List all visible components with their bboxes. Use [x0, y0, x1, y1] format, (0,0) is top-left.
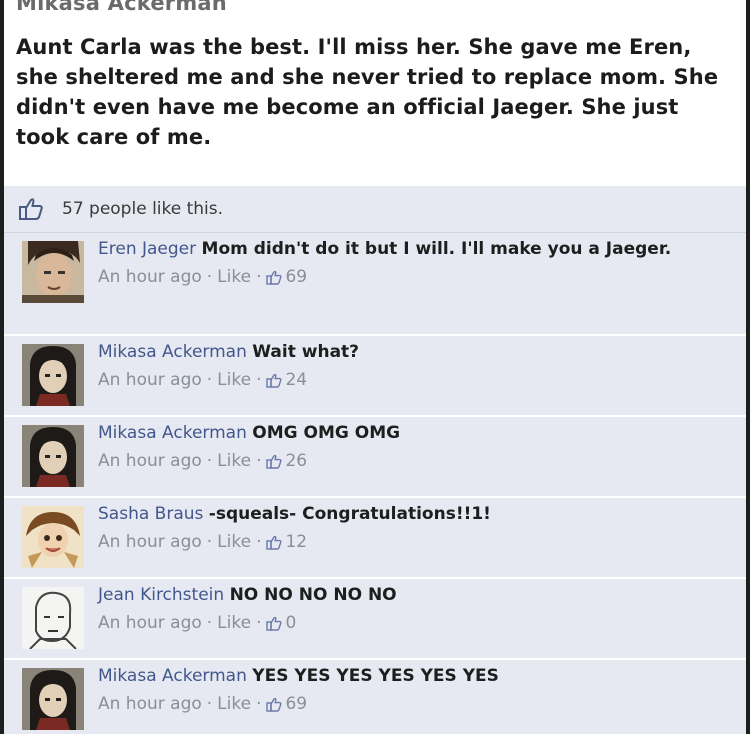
likes-count-text[interactable]: 57 people like this. [62, 199, 223, 219]
comment-text: OMG OMG OMG [252, 423, 401, 443]
comment-body: Mikasa Ackerman Wait what? An hour ago · Li… [98, 340, 706, 392]
separator-dot: · [256, 613, 262, 633]
separator-dot: · [206, 267, 213, 287]
like-count-thumb-icon [266, 373, 282, 388]
separator-dot: · [256, 694, 262, 714]
comment-row: Jean Kirchstein NO NO NO NO NO An hour ag… [4, 579, 746, 660]
separator-dot: · [256, 532, 262, 552]
commenter-name[interactable]: Eren Jaeger [98, 239, 196, 259]
separator-dot: · [256, 267, 262, 287]
comment-meta: An hour ago · Like · 24 [98, 368, 706, 392]
feedback-section: 57 people like this. Eren Jaeger Mom did… [4, 186, 746, 734]
separator-dot: · [256, 451, 262, 471]
like-count-thumb-icon [266, 616, 282, 631]
thumbs-up-icon [18, 197, 44, 221]
comment-like-count[interactable]: 69 [285, 692, 307, 716]
commenter-name[interactable]: Mikasa Ackerman [98, 342, 247, 362]
separator-dot: · [206, 532, 213, 552]
comment-text: YES YES YES YES YES YES [252, 666, 499, 686]
separator-dot: · [256, 370, 262, 390]
avatar[interactable] [22, 425, 84, 487]
avatar[interactable] [22, 344, 84, 406]
comment-timestamp[interactable]: An hour ago [98, 530, 202, 554]
like-link[interactable]: Like [217, 692, 251, 716]
post: Mikasa Ackerman Aunt Carla was the best.… [4, 0, 746, 186]
comment-meta: An hour ago · Like · 12 [98, 530, 706, 554]
comment-body: Sasha Braus -squeals- Congratulations!!1… [98, 502, 706, 554]
comment-meta: An hour ago · Like · 69 [98, 265, 706, 289]
comment-like-count[interactable]: 26 [285, 449, 307, 473]
comment-body: Mikasa Ackerman OMG OMG OMG An hour ago · L… [98, 421, 706, 473]
separator-dot: · [206, 370, 213, 390]
comment-body: Jean Kirchstein NO NO NO NO NO An hour ag… [98, 583, 706, 635]
comment-like-count[interactable]: 0 [285, 611, 296, 635]
comment-text: -squeals- Congratulations!!1! [208, 504, 491, 524]
avatar[interactable] [22, 668, 84, 730]
comment-row: Sasha Braus -squeals- Congratulations!!1… [4, 498, 746, 579]
separator-dot: · [206, 451, 213, 471]
comment-timestamp[interactable]: An hour ago [98, 692, 202, 716]
separator-dot: · [206, 613, 213, 633]
comment-row: Mikasa Ackerman Wait what? An hour ago · Li… [4, 336, 746, 417]
like-count-thumb-icon [266, 697, 282, 712]
comment-body: Eren Jaeger Mom didn't do it but I will.… [98, 237, 706, 289]
comment-list: Eren Jaeger Mom didn't do it but I will.… [4, 233, 746, 734]
comment-text: Wait what? [252, 342, 360, 362]
comment-text: Mom didn't do it but I will. I'll make y… [201, 239, 672, 259]
like-link[interactable]: Like [217, 449, 251, 473]
comment-timestamp[interactable]: An hour ago [98, 611, 202, 635]
comment-timestamp[interactable]: An hour ago [98, 449, 202, 473]
avatar[interactable] [22, 587, 84, 649]
like-count-thumb-icon [266, 454, 282, 469]
commenter-name[interactable]: Sasha Braus [98, 504, 203, 524]
comment-text: NO NO NO NO NO [229, 585, 397, 605]
avatar[interactable] [22, 241, 84, 303]
comment-meta: An hour ago · Like · 69 [98, 692, 706, 716]
likes-summary: 57 people like this. [4, 186, 746, 233]
screenshot-frame: Mikasa Ackerman Aunt Carla was the best.… [0, 0, 750, 734]
like-link[interactable]: Like [217, 611, 251, 635]
comment-meta: An hour ago · Like · 26 [98, 449, 706, 473]
comment-row: Eren Jaeger Mom didn't do it but I will.… [4, 233, 746, 336]
avatar[interactable] [22, 506, 84, 568]
comment-row: Mikasa Ackerman YES YES YES YES YES YES A… [4, 660, 746, 734]
comment-like-count[interactable]: 69 [285, 265, 307, 289]
comment-timestamp[interactable]: An hour ago [98, 265, 202, 289]
comment-timestamp[interactable]: An hour ago [98, 368, 202, 392]
like-link[interactable]: Like [217, 530, 251, 554]
post-text: Aunt Carla was the best. I'll miss her. … [16, 35, 719, 149]
like-count-thumb-icon [266, 535, 282, 550]
comment-like-count[interactable]: 24 [285, 368, 307, 392]
post-author[interactable]: Mikasa Ackerman [16, 0, 227, 15]
comment-meta: An hour ago · Like · 0 [98, 611, 706, 635]
commenter-name[interactable]: Mikasa Ackerman [98, 666, 247, 686]
separator-dot: · [206, 694, 213, 714]
commenter-name[interactable]: Jean Kirchstein [98, 585, 224, 605]
like-count-thumb-icon [266, 270, 282, 285]
commenter-name[interactable]: Mikasa Ackerman [98, 423, 247, 443]
comment-body: Mikasa Ackerman YES YES YES YES YES YES A… [98, 664, 706, 716]
comment-like-count[interactable]: 12 [285, 530, 307, 554]
comment-row: Mikasa Ackerman OMG OMG OMG An hour ago · L… [4, 417, 746, 498]
like-link[interactable]: Like [217, 368, 251, 392]
like-link[interactable]: Like [217, 265, 251, 289]
